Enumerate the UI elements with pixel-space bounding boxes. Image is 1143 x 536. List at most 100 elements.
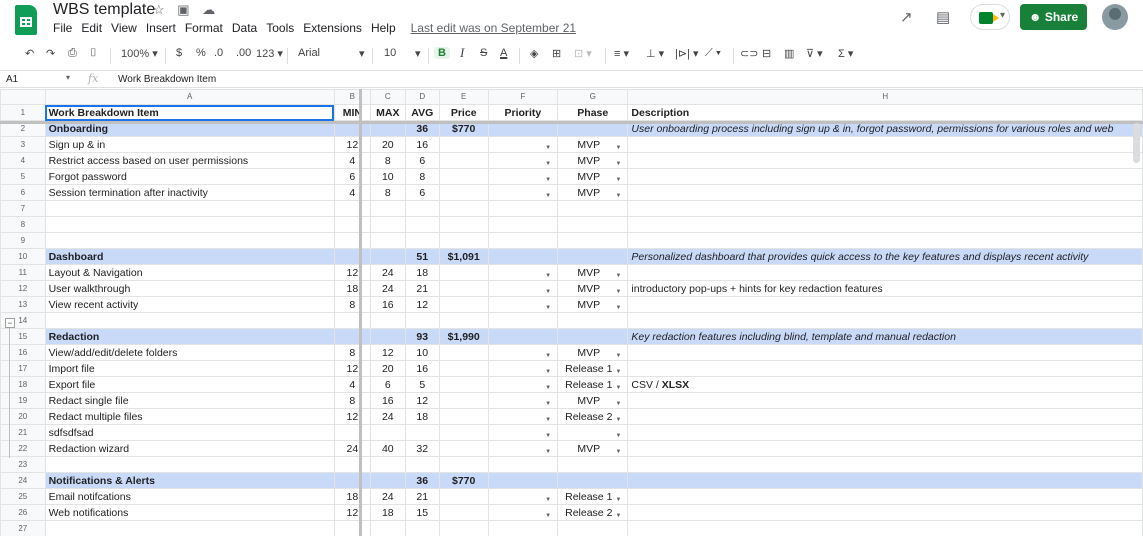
dropdown-arrow-icon[interactable]: ▼ [615,445,621,456]
cell-description[interactable] [627,168,1143,185]
cell-max[interactable]: 20 [369,136,406,153]
cell-description[interactable] [627,456,1143,473]
cell-avg[interactable]: 36 [404,472,440,489]
cell-min[interactable]: 4 [333,184,371,201]
filter-icon[interactable]: ⊽ ▾ [806,47,823,60]
cell-avg[interactable] [404,216,440,233]
cell-priority[interactable] [487,456,559,473]
fill-color-icon[interactable]: ◈ [530,47,538,60]
row-header[interactable]: 21 [0,424,46,441]
paint-format-icon[interactable]: ⌷ [90,47,97,60]
cell-max[interactable]: 8 [369,184,406,201]
row-header[interactable]: 8 [0,216,46,233]
cell-phase[interactable] [557,472,629,489]
cell-item[interactable]: Dashboard [44,248,335,265]
cell-max[interactable] [369,248,406,265]
cell-description[interactable] [627,232,1143,249]
cell-max[interactable]: 16 [369,296,406,313]
cell-description[interactable] [627,424,1143,441]
cell-item[interactable]: sdfsdfsad [44,424,335,441]
cell-price[interactable] [438,184,489,201]
cell-max[interactable]: 16 [369,392,406,409]
cell-description[interactable] [627,344,1143,361]
row-header[interactable]: 13 [0,296,46,313]
cell-item[interactable] [44,456,335,473]
row-header[interactable]: 4 [0,152,46,169]
dropdown-arrow-icon[interactable]: ▼ [615,365,621,376]
menu-extensions[interactable]: Extensions [303,21,362,35]
cell-price[interactable] [438,408,489,425]
dropdown-arrow-icon[interactable]: ▼ [545,493,551,504]
print-icon[interactable]: ⎙ [68,47,77,60]
cell-min[interactable]: 18 [333,280,371,297]
row-header[interactable]: 6 [0,184,46,201]
align-vertical-icon[interactable]: ⊥ ▾ [646,47,664,60]
cell-price[interactable] [438,392,489,409]
cell-price[interactable] [438,200,489,217]
bold-button[interactable]: B [434,47,450,59]
row-header[interactable]: 24 [0,472,46,489]
cell-item[interactable] [44,232,335,249]
dropdown-arrow-icon[interactable]: ▼ [545,269,551,280]
freeze-row-divider[interactable] [0,121,1143,124]
cell-description[interactable] [627,392,1143,409]
cell-avg[interactable]: 12 [404,296,440,313]
cell-min[interactable]: 8 [333,296,371,313]
cell-max[interactable] [369,232,406,249]
dropdown-arrow-icon[interactable]: ▼ [545,413,551,424]
cell-description[interactable]: Key redaction features including blind, … [627,328,1143,345]
cell-min[interactable]: 18 [333,488,371,505]
cell-item[interactable]: Layout & Navigation [44,264,335,281]
cell-description[interactable] [627,408,1143,425]
cell-item[interactable]: View/add/edit/delete folders [44,344,335,361]
cell-phase[interactable]: MVP ▼ [557,136,629,153]
row-header[interactable]: 10 [0,248,46,265]
cell-avg[interactable] [404,520,440,536]
menu-edit[interactable]: Edit [81,21,102,35]
cell-max[interactable] [369,456,406,473]
increase-decimal-button[interactable]: .00 [236,47,251,59]
menu-view[interactable]: View [111,21,137,35]
cell-min[interactable]: 12 [333,408,371,425]
undo-icon[interactable]: ↶ [25,47,34,60]
dropdown-arrow-icon[interactable]: ▼ [545,349,551,360]
cell-header-description[interactable]: Description [627,104,1143,121]
currency-button[interactable]: $ [176,47,182,59]
cell-price[interactable] [438,136,489,153]
cell-price[interactable]: $1,091 [438,248,489,265]
row-header[interactable]: 25 [0,488,46,505]
name-box[interactable]: A1 [6,74,18,85]
cell-description[interactable] [627,216,1143,233]
cell-phase[interactable]: MVP ▼ [557,440,629,457]
cell-min[interactable] [333,424,371,441]
cell-item[interactable]: View recent activity [44,296,335,313]
row-header[interactable]: 20 [0,408,46,425]
dropdown-arrow-icon[interactable]: ▼ [545,365,551,376]
cell-min[interactable]: 8 [333,344,371,361]
dropdown-arrow-icon[interactable]: ▼ [615,269,621,280]
cell-min[interactable]: 12 [333,360,371,377]
cell-price[interactable] [438,520,489,536]
cell-phase[interactable] [557,216,629,233]
decrease-decimal-button[interactable]: .0 [214,47,223,59]
cell-phase[interactable] [557,312,629,329]
cell-priority[interactable]: ▼ [487,504,559,521]
borders-icon[interactable]: ⊞ [552,47,561,60]
cell-priority[interactable]: ▼ [487,280,559,297]
cell-priority[interactable]: ▼ [487,168,559,185]
cell-min[interactable] [333,216,371,233]
cell-min[interactable] [333,328,371,345]
cell-max[interactable]: 24 [369,488,406,505]
cell-priority[interactable] [487,472,559,489]
row-header[interactable]: 11 [0,264,46,281]
cell-price[interactable] [438,456,489,473]
cell-phase[interactable]: MVP ▼ [557,264,629,281]
cell-description[interactable] [627,312,1143,329]
cell-price[interactable] [438,424,489,441]
cell-priority[interactable] [487,520,559,536]
cell-phase[interactable]: Release 1 ▼ [557,360,629,377]
text-wrapping-icon[interactable]: |⊳| ▾ [675,47,699,60]
dropdown-arrow-icon[interactable]: ▼ [615,301,621,312]
dropdown-arrow-icon[interactable]: ▼ [615,413,621,424]
strikethrough-button[interactable]: S [480,47,487,59]
